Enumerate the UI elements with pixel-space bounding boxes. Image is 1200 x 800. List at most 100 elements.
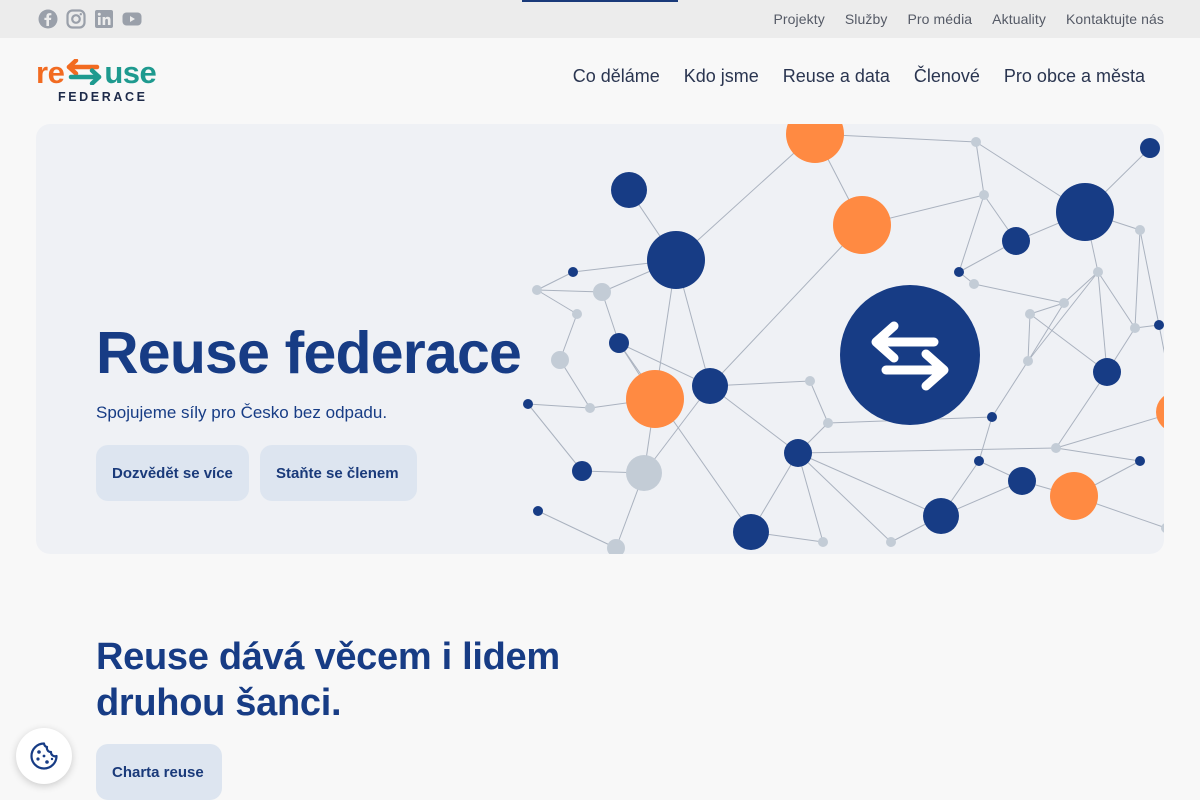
util-link-media[interactable]: Pro média	[907, 11, 972, 27]
logo-word-right: use	[104, 54, 157, 90]
logo-arrows-icon	[67, 59, 102, 85]
network-node	[626, 370, 684, 428]
network-node	[1025, 309, 1035, 319]
instagram-icon[interactable]	[66, 9, 86, 29]
nav-item-municipalities[interactable]: Pro obce a města	[1004, 66, 1145, 87]
network-node	[1059, 298, 1069, 308]
site-logo[interactable]: re use FEDERACE	[36, 56, 178, 106]
top-accent-line	[522, 0, 678, 2]
nav-item-reuse-data[interactable]: Reuse a data	[783, 66, 890, 87]
network-link	[1134, 229, 1141, 329]
util-link-services[interactable]: Služby	[845, 11, 888, 27]
network-link	[1063, 271, 1099, 304]
network-link	[1097, 271, 1136, 329]
network-node	[784, 439, 812, 467]
network-node	[568, 267, 578, 277]
network-node	[1130, 323, 1140, 333]
network-link	[978, 416, 993, 462]
network-link	[527, 403, 583, 472]
network-node	[532, 285, 542, 295]
network-node	[954, 267, 964, 277]
util-link-projects[interactable]: Projekty	[773, 11, 824, 27]
nav-item-members[interactable]: Členové	[914, 66, 980, 87]
network-node	[971, 137, 981, 147]
section-title-line2: druhou šanci.	[96, 682, 342, 724]
network-node	[1051, 443, 1061, 453]
network-link	[1029, 302, 1065, 315]
network-node	[1002, 227, 1030, 255]
network-node	[1135, 225, 1145, 235]
network-node	[572, 309, 582, 319]
network-link	[973, 283, 1065, 304]
network-link	[536, 289, 603, 293]
facebook-icon[interactable]	[38, 9, 58, 29]
network-node	[1093, 358, 1121, 386]
nav-item-who-we-are[interactable]: Kdo jsme	[684, 66, 759, 87]
network-link	[537, 510, 617, 549]
network-link	[709, 224, 863, 387]
hero-section: Reuse federace Spojujeme síly pro Česko …	[36, 124, 1164, 554]
cookie-settings-button[interactable]	[16, 728, 72, 784]
network-node	[818, 537, 828, 547]
section-title-line1: Reuse dává věcem i lidem	[96, 636, 560, 678]
network-node	[551, 351, 569, 369]
learn-more-button[interactable]: Dozvědět se více	[96, 445, 249, 501]
network-node	[1050, 472, 1098, 520]
network-node	[572, 461, 592, 481]
linkedin-icon[interactable]	[94, 9, 114, 29]
nav-item-what-we-do[interactable]: Co děláme	[573, 66, 660, 87]
network-link	[797, 452, 892, 543]
util-link-news[interactable]: Aktuality	[992, 11, 1046, 27]
main-header: re use FEDERACE Co děláme Kdo jsme Reuse…	[0, 38, 1200, 124]
network-link	[797, 447, 1057, 454]
become-member-button[interactable]: Staňte se členem	[260, 445, 417, 501]
network-link	[1055, 415, 1164, 449]
hero-title: Reuse federace	[96, 320, 522, 386]
network-link	[975, 141, 985, 196]
network-node	[979, 190, 989, 200]
network-node	[523, 399, 533, 409]
network-link	[1027, 271, 1099, 362]
utility-nav: Projekty Služby Pro média Aktuality Kont…	[773, 0, 1164, 38]
network-link	[527, 403, 591, 409]
network-link	[536, 271, 574, 291]
network-link	[618, 342, 752, 533]
network-node	[1056, 183, 1114, 241]
util-link-contact[interactable]: Kontaktujte nás	[1066, 11, 1164, 27]
network-node	[1008, 467, 1036, 495]
network-node	[833, 196, 891, 254]
network-link	[797, 452, 942, 517]
network-node	[1023, 356, 1033, 366]
logo-subtitle: FEDERACE	[58, 90, 148, 104]
network-node	[593, 283, 611, 301]
network-link	[991, 360, 1029, 418]
network-node	[805, 376, 815, 386]
social-links	[38, 9, 142, 29]
network-node	[923, 498, 959, 534]
main-nav: Co děláme Kdo jsme Reuse a data Členové …	[573, 66, 1145, 87]
network-node	[886, 537, 896, 547]
network-link	[536, 289, 578, 315]
utility-bar: Projekty Služby Pro média Aktuality Kont…	[0, 0, 1200, 38]
network-link	[1139, 229, 1160, 326]
network-link	[1055, 447, 1141, 462]
logo-word-left: re	[36, 54, 65, 90]
network-node	[609, 333, 629, 353]
network-node	[733, 514, 769, 550]
network-node	[1093, 267, 1103, 277]
network-node	[823, 418, 833, 428]
network-node	[1156, 396, 1164, 428]
youtube-icon[interactable]	[122, 9, 142, 29]
network-node	[585, 403, 595, 413]
network-node	[1135, 456, 1145, 466]
network-node	[533, 506, 543, 516]
network-node	[1140, 138, 1160, 158]
network-node	[607, 539, 625, 554]
cookie-icon	[30, 742, 58, 770]
network-link	[809, 380, 829, 424]
charter-reuse-button[interactable]: Charta reuse	[96, 744, 222, 800]
network-illustration	[523, 124, 1164, 554]
network-node	[692, 368, 728, 404]
network-node	[611, 172, 647, 208]
network-node	[974, 456, 984, 466]
